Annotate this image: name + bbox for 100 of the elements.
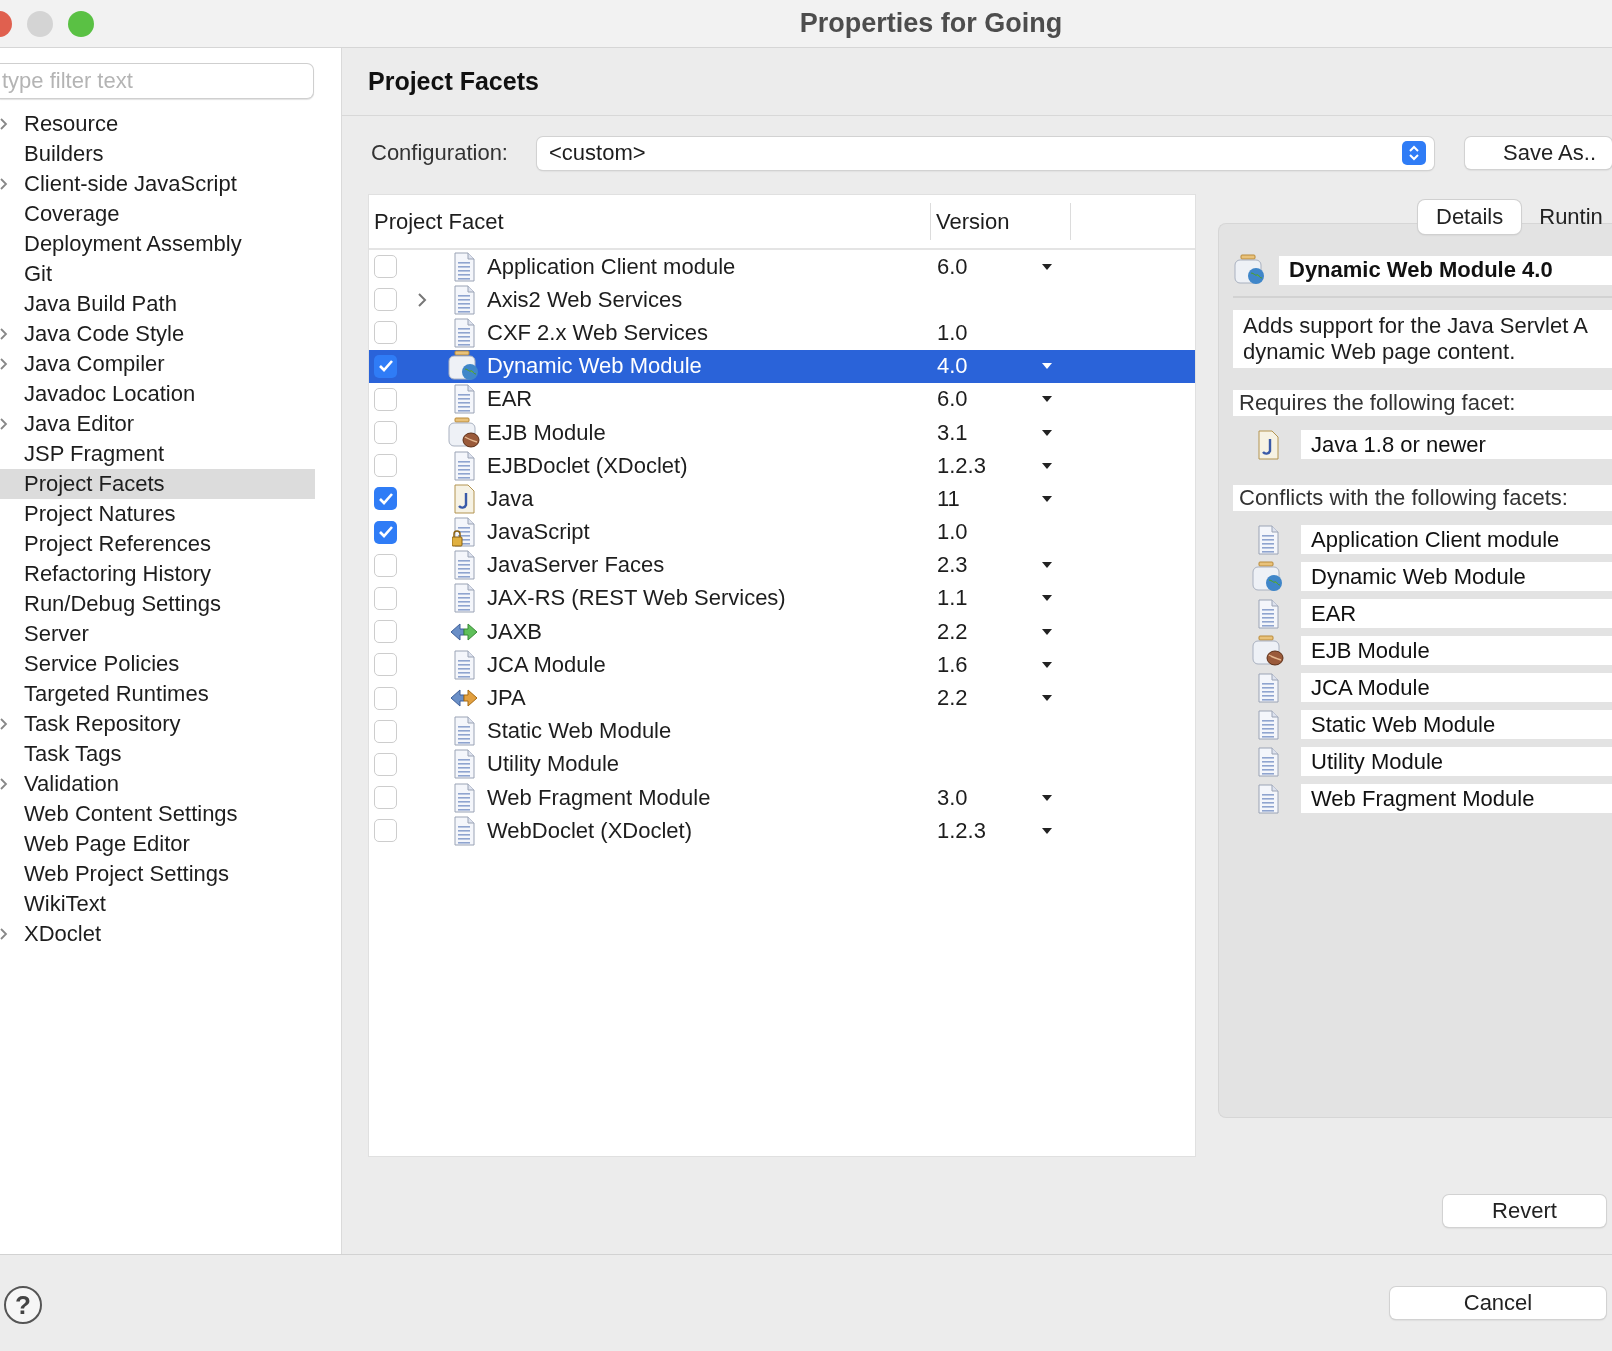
facet-row[interactable]: Web Fragment Module 3.0 xyxy=(369,781,1195,815)
facet-name: Static Web Module xyxy=(487,718,673,745)
facet-name: JCA Module xyxy=(487,651,607,678)
checkbox[interactable] xyxy=(374,553,397,577)
sidebar-item[interactable]: Client-side JavaScript xyxy=(0,169,315,199)
sidebar-item[interactable]: Project Facets xyxy=(0,469,315,499)
sidebar-item[interactable]: Refactoring History xyxy=(0,559,315,589)
facet-row[interactable]: EAR 6.0 xyxy=(369,382,1195,416)
sidebar-item[interactable]: WikiText xyxy=(0,889,315,919)
facet-name: JAXB xyxy=(487,618,544,645)
facet-row[interactable]: JavaScript 1.0 xyxy=(369,515,1195,549)
column-header[interactable]: Version xyxy=(931,203,1071,240)
sidebar-item[interactable]: Resource xyxy=(0,109,315,139)
sidebar-item[interactable]: XDoclet xyxy=(0,919,315,949)
sidebar-item[interactable]: Web Project Settings xyxy=(0,859,315,889)
facet-name: JAX-RS (REST Web Services) xyxy=(487,585,787,612)
dropdown-arrow-icon[interactable] xyxy=(1041,461,1053,470)
checkbox[interactable] xyxy=(374,719,397,743)
cancel-button[interactable]: Cancel xyxy=(1390,1287,1606,1319)
dropdown-arrow-icon[interactable] xyxy=(1041,395,1053,404)
sidebar-item[interactable]: Task Tags xyxy=(0,739,315,769)
dropdown-arrow-icon[interactable] xyxy=(1041,561,1053,570)
checkbox[interactable] xyxy=(374,752,397,776)
dropdown-arrow-icon[interactable] xyxy=(1041,428,1053,437)
sidebar-item[interactable]: Deployment Assembly xyxy=(0,229,315,259)
sidebar-item[interactable]: Web Page Editor xyxy=(0,829,315,859)
checkbox[interactable] xyxy=(374,686,397,710)
column-header[interactable]: Project Facet xyxy=(369,203,931,240)
facet-row[interactable]: JavaServer Faces 2.3 xyxy=(369,548,1195,582)
sidebar-item[interactable]: Java Code Style xyxy=(0,319,315,349)
sidebar-item[interactable]: Task Repository xyxy=(0,709,315,739)
save-as-button[interactable]: Save As.. xyxy=(1465,137,1612,169)
facet-row[interactable]: Application Client module 6.0 xyxy=(369,250,1195,284)
checkbox[interactable] xyxy=(374,819,397,843)
sidebar-item[interactable]: Git xyxy=(0,259,315,289)
checkbox[interactable] xyxy=(374,288,397,312)
checkbox[interactable] xyxy=(374,454,397,478)
bean-jar-icon xyxy=(448,416,480,449)
dropdown-arrow-icon[interactable] xyxy=(1041,262,1053,271)
tab[interactable]: Runtin xyxy=(1521,200,1612,234)
globe-jar-icon xyxy=(1234,254,1266,286)
sidebar-item[interactable]: Java Compiler xyxy=(0,349,315,379)
sidebar-item[interactable]: Coverage xyxy=(0,199,315,229)
sidebar-item[interactable]: Run/Debug Settings xyxy=(0,589,315,619)
facet-row[interactable]: Dynamic Web Module 4.0 xyxy=(369,349,1195,383)
dropdown-arrow-icon[interactable] xyxy=(1041,594,1053,603)
dropdown-arrow-icon[interactable] xyxy=(1041,627,1053,636)
document-icon xyxy=(452,716,476,747)
facet-row[interactable]: JPA 2.2 xyxy=(369,681,1195,715)
checkbox[interactable] xyxy=(374,786,397,810)
sidebar-item[interactable]: Targeted Runtimes xyxy=(0,679,315,709)
configuration-label: Configuration: xyxy=(371,140,508,166)
sidebar-item[interactable]: Java Editor xyxy=(0,409,315,439)
filter-field[interactable]: type filter text xyxy=(0,63,314,99)
checkbox[interactable] xyxy=(374,387,397,411)
checkbox[interactable] xyxy=(374,255,397,279)
facet-row[interactable]: JAX-RS (REST Web Services) 1.1 xyxy=(369,581,1195,616)
facet-row[interactable]: EJB Module 3.1 xyxy=(369,415,1195,450)
sidebar-item[interactable]: Project References xyxy=(0,529,315,559)
checkbox[interactable] xyxy=(374,586,397,610)
configuration-dropdown[interactable]: <custom> xyxy=(537,136,1435,170)
window-title: Properties for Going xyxy=(799,8,1063,38)
conflicting-facet: Application Client module xyxy=(1301,525,1612,554)
sidebar-item[interactable]: Server xyxy=(0,619,315,649)
checkbox[interactable] xyxy=(374,354,397,378)
facet-row[interactable]: JAXB 2.2 xyxy=(369,615,1195,649)
checkbox[interactable] xyxy=(374,520,397,544)
sidebar-item[interactable]: Builders xyxy=(0,139,315,169)
checkbox[interactable] xyxy=(374,620,397,644)
facet-row[interactable]: Java 11 xyxy=(369,482,1195,516)
zoom-button[interactable] xyxy=(68,10,94,37)
facet-name: Application Client module xyxy=(487,253,737,280)
dropdown-arrow-icon[interactable] xyxy=(1041,494,1053,503)
dropdown-arrow-icon[interactable] xyxy=(1041,793,1053,802)
checkbox[interactable] xyxy=(374,421,397,445)
facet-row[interactable]: Axis2 Web Services xyxy=(369,283,1195,317)
checkbox[interactable] xyxy=(374,487,397,511)
facet-row[interactable]: EJBDoclet (XDoclet) 1.2.3 xyxy=(369,449,1195,483)
facet-row[interactable]: Static Web Module xyxy=(369,714,1195,748)
facet-row[interactable]: Utility Module xyxy=(369,747,1195,781)
checkbox[interactable] xyxy=(374,653,397,677)
sidebar-item[interactable]: Project Natures xyxy=(0,499,315,529)
sidebar-item[interactable]: JSP Fragment xyxy=(0,439,315,469)
facet-row[interactable]: CXF 2.x Web Services 1.0 xyxy=(369,316,1195,350)
dropdown-arrow-icon[interactable] xyxy=(1041,660,1053,669)
sidebar-item[interactable]: Java Build Path xyxy=(0,289,315,319)
facet-version: 2.3 xyxy=(937,552,969,579)
sidebar-item[interactable]: Service Policies xyxy=(0,649,315,679)
checkbox[interactable] xyxy=(374,321,397,345)
tab[interactable]: Details xyxy=(1418,200,1522,234)
globe-jar-icon xyxy=(448,350,480,383)
dropdown-arrow-icon[interactable] xyxy=(1041,826,1053,835)
help-button[interactable]: ? xyxy=(4,1286,42,1324)
sidebar-item[interactable]: Javadoc Location xyxy=(0,379,315,409)
dropdown-arrow-icon[interactable] xyxy=(1041,694,1053,703)
revert-button[interactable]: Revert xyxy=(1443,1195,1606,1227)
sidebar-item[interactable]: Web Content Settings xyxy=(0,799,315,829)
facet-row[interactable]: JCA Module 1.6 xyxy=(369,648,1195,682)
facet-row[interactable]: WebDoclet (XDoclet) 1.2.3 xyxy=(369,814,1195,848)
sidebar-item[interactable]: Validation xyxy=(0,769,315,799)
